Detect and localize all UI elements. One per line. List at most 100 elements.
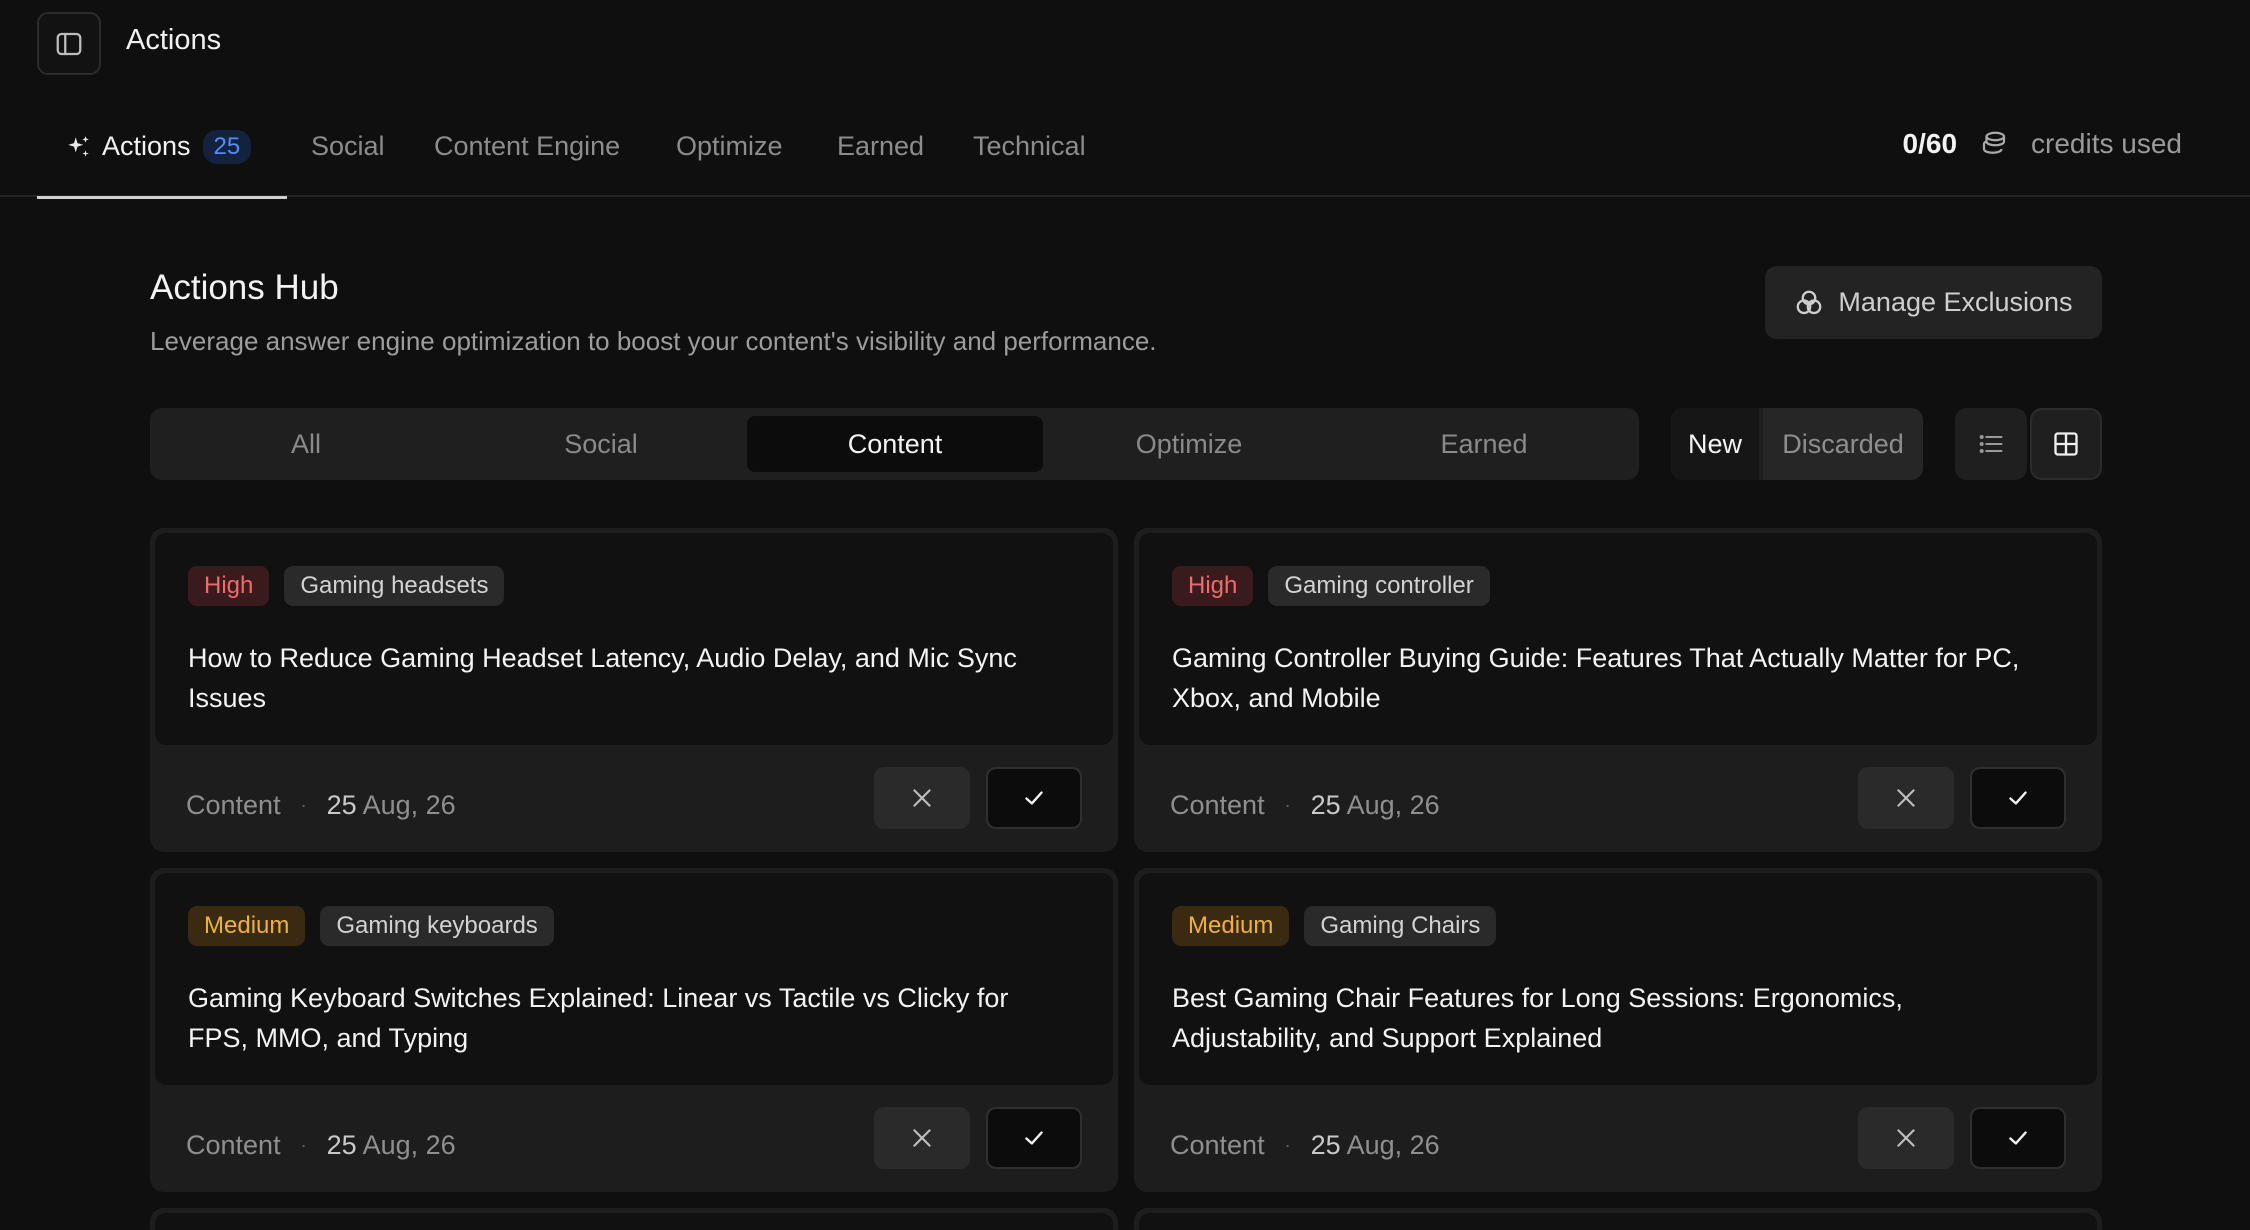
discard-button[interactable] <box>1858 767 1954 829</box>
card-meta: Content · 25 Aug, 26 <box>1170 790 1440 821</box>
status-discarded-label: Discarded <box>1782 428 1904 459</box>
priority-badge: Medium <box>1172 906 1290 946</box>
grid-icon <box>2054 432 2078 456</box>
filter-optimize-label: Optimize <box>1135 428 1243 459</box>
card-meta: Content · 25 Aug, 26 <box>186 1130 456 1161</box>
nav-tabs: Actions 25 Social Content Engine Optimiz… <box>0 110 2250 199</box>
action-card[interactable]: High Gaming controller Gaming Controller… <box>1134 528 2102 852</box>
card-title: How to Reduce Gaming Headset Latency, Au… <box>188 643 1017 713</box>
accept-button[interactable] <box>986 767 1082 829</box>
card-date: Aug, 26 <box>362 1130 456 1160</box>
topic-badge: Gaming controller <box>1268 566 1490 606</box>
card-type: Content <box>1170 790 1265 820</box>
card-tags: Medium Gaming keyboards <box>188 906 554 946</box>
discard-button[interactable] <box>1858 1107 1954 1169</box>
exclusions-circles-icon <box>1797 290 1822 314</box>
card-tags: High Gaming headsets <box>188 566 505 606</box>
filter-content[interactable]: Content <box>747 416 1043 472</box>
card-date: Aug, 26 <box>362 790 456 820</box>
filter-earned[interactable]: Earned <box>1336 416 1632 472</box>
discard-button[interactable] <box>874 1107 970 1169</box>
credits-counter: 0/60 credits used <box>1903 110 2182 197</box>
card-body: Medium Gaming keyboards Gaming Keyboard … <box>155 873 1113 1085</box>
tab-technical[interactable]: Technical <box>973 110 1086 197</box>
filter-all-label: All <box>290 428 321 459</box>
close-icon <box>913 1129 931 1147</box>
filter-content-label: Content <box>847 428 943 459</box>
tab-earned[interactable]: Earned <box>837 110 924 197</box>
manage-exclusions-button[interactable]: Manage Exclusions <box>1765 266 2102 339</box>
topic-badge: Gaming Chairs <box>1304 906 1497 946</box>
card-day: 25 <box>326 790 357 820</box>
accept-button[interactable] <box>1970 1107 2066 1169</box>
list-icon <box>1979 435 2003 453</box>
accept-button[interactable] <box>1970 767 2066 829</box>
card-title: Gaming Keyboard Switches Explained: Line… <box>188 983 1009 1053</box>
category-filter: All Social Content Optimize Earned <box>150 408 1639 480</box>
card-tags: High Gaming controller <box>1172 566 1490 606</box>
priority-badge: High <box>1172 566 1254 606</box>
hub-title: Actions Hub <box>150 268 339 307</box>
filter-all[interactable]: All <box>158 416 454 472</box>
card-tags: Medium Gaming Chairs <box>1172 906 1497 946</box>
tab-actions-label: Actions <box>102 131 191 161</box>
card-day: 25 <box>1310 1130 1341 1160</box>
action-card[interactable]: High Gaming headsets How to Reduce Gamin… <box>150 528 1118 852</box>
priority-badge: High <box>188 566 270 606</box>
page-title: Actions <box>126 24 222 56</box>
sidebar-toggle-button[interactable] <box>37 12 101 75</box>
card-title: Best Gaming Chair Features for Long Sess… <box>1172 983 1903 1053</box>
close-icon <box>1897 789 1915 807</box>
card-day: 25 <box>326 1130 357 1160</box>
meta-separator: · <box>1284 795 1291 815</box>
filter-social[interactable]: Social <box>453 416 749 472</box>
check-icon <box>2009 791 2027 805</box>
card-day: 25 <box>1310 790 1341 820</box>
list-view-button[interactable] <box>1955 408 2027 480</box>
card-type: Content <box>186 1130 281 1160</box>
tab-actions[interactable]: Actions 25 <box>37 110 287 199</box>
discard-button[interactable] <box>874 767 970 829</box>
tab-social[interactable]: Social <box>311 110 385 197</box>
status-new-label: New <box>1687 428 1742 459</box>
check-icon <box>1025 791 1043 805</box>
card-body <box>1139 1213 2097 1230</box>
sparkles-icon <box>68 135 89 157</box>
close-icon <box>1897 1129 1915 1147</box>
tab-earned-label: Earned <box>837 131 925 161</box>
priority-badge: Medium <box>188 906 306 946</box>
action-card-partial[interactable] <box>150 1208 1118 1230</box>
status-new-button[interactable]: New <box>1671 408 1759 480</box>
meta-separator: · <box>300 795 307 815</box>
card-date: Aug, 26 <box>1346 790 1440 820</box>
topic-badge: Gaming headsets <box>284 566 505 606</box>
tab-optimize[interactable]: Optimize <box>676 110 783 197</box>
action-card[interactable]: Medium Gaming keyboards Gaming Keyboard … <box>150 868 1118 1192</box>
manage-exclusions-label: Manage Exclusions <box>1838 287 2073 317</box>
topic-badge: Gaming keyboards <box>320 906 554 946</box>
card-meta: Content · 25 Aug, 26 <box>186 790 456 821</box>
action-card[interactable]: Medium Gaming Chairs Best Gaming Chair F… <box>1134 868 2102 1192</box>
card-title: Gaming Controller Buying Guide: Features… <box>1172 643 2020 713</box>
tab-content-engine-label: Content Engine <box>434 131 621 161</box>
filter-optimize[interactable]: Optimize <box>1041 416 1337 472</box>
tab-optimize-label: Optimize <box>676 131 783 161</box>
coins-icon <box>1982 131 2006 154</box>
meta-separator: · <box>300 1135 307 1155</box>
card-type: Content <box>1170 1130 1265 1160</box>
credits-used-label: credits used <box>2031 127 2182 159</box>
grid-view-button[interactable] <box>2030 408 2102 480</box>
tab-social-label: Social <box>311 131 385 161</box>
filter-social-label: Social <box>564 428 638 459</box>
status-discarded-button[interactable]: Discarded <box>1763 408 1923 480</box>
tab-content-engine[interactable]: Content Engine <box>434 110 620 197</box>
card-meta: Content · 25 Aug, 26 <box>1170 1130 1440 1161</box>
accept-button[interactable] <box>986 1107 1082 1169</box>
action-card-partial[interactable] <box>1134 1208 2102 1230</box>
meta-separator: · <box>1284 1135 1291 1155</box>
card-body: High Gaming controller Gaming Controller… <box>1139 533 2097 745</box>
card-date: Aug, 26 <box>1346 1130 1440 1160</box>
check-icon <box>1025 1131 1043 1145</box>
card-body: Medium Gaming Chairs Best Gaming Chair F… <box>1139 873 2097 1085</box>
close-icon <box>913 789 931 807</box>
